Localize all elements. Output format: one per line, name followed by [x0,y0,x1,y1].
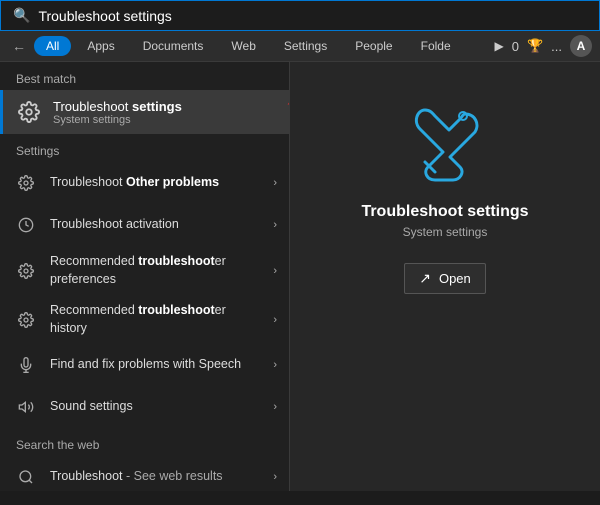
list-item-text-1: Troubleshoot activation [50,216,263,234]
filter-pill-all[interactable]: All [34,36,71,56]
chevron-icon-2: › [273,265,277,277]
filter-bar-right: ▶ 0 🏆 ... A [495,35,593,57]
back-button[interactable]: ← [8,36,30,56]
avatar[interactable]: A [570,35,592,57]
filter-pill-documents[interactable]: Documents [131,36,216,56]
chevron-icon-5: › [273,401,277,413]
list-item-1[interactable]: Troubleshoot activation › [0,204,289,246]
chevron-icon-web: › [273,471,277,483]
right-subtitle: System settings [403,225,488,239]
list-item-text-2: Recommended troubleshooter preferences [50,253,263,288]
chevron-icon-3: › [273,314,277,326]
list-icon-1 [12,211,40,239]
list-item-text-4: Find and fix problems with Speech [50,356,263,374]
play-icon[interactable]: ▶ [495,39,504,53]
filter-pill-apps[interactable]: Apps [75,36,126,56]
best-match-label: Best match [0,62,289,90]
search-bar: 🔍 [0,0,600,31]
result-count: 0 [512,39,519,54]
chevron-icon-1: › [273,219,277,231]
right-icon-wrap [405,102,485,187]
right-title: Troubleshoot settings [361,203,528,221]
search-icon: 🔍 [13,7,30,24]
web-search-text: Troubleshoot - See web results [50,468,263,486]
filter-bar: ← All Apps Documents Web Settings People… [0,31,600,62]
list-item-4[interactable]: Find and fix problems with Speech › [0,344,289,386]
list-item-2[interactable]: Recommended troubleshooter preferences › [0,246,289,295]
list-icon-0 [12,169,40,197]
open-button[interactable]: ↗ Open [404,263,486,294]
list-icon-3 [12,306,40,334]
web-search-item[interactable]: Troubleshoot - See web results › [0,456,289,491]
settings-section-label: Settings [0,134,289,162]
settings-icon [15,98,43,126]
trophy-icon: 🏆 [527,38,543,54]
list-icon-4 [12,351,40,379]
web-search-icon [12,463,40,491]
left-panel: Best match Troubleshoot settings System … [0,62,290,491]
filter-pill-folde[interactable]: Folde [409,36,463,56]
list-item-0[interactable]: Troubleshoot Other problems › [0,162,289,204]
chevron-icon-4: › [273,359,277,371]
right-panel: Troubleshoot settings System settings ↗ … [290,62,600,491]
list-icon-2 [12,257,40,285]
best-match-subtitle: System settings [53,114,182,126]
list-item-3[interactable]: Recommended troubleshooter history › [0,295,289,344]
best-match-title: Troubleshoot settings [53,99,182,114]
filter-pill-settings[interactable]: Settings [272,36,339,56]
list-item-text-5: Sound settings [50,398,263,416]
ellipsis-button[interactable]: ... [551,39,562,54]
best-match-item[interactable]: Troubleshoot settings System settings [0,90,289,134]
best-match-text: Troubleshoot settings System settings [53,99,182,126]
open-icon: ↗ [419,270,431,287]
list-icon-5 [12,393,40,421]
chevron-icon-0: › [273,177,277,189]
list-item-text-0: Troubleshoot Other problems [50,174,263,192]
filter-pill-web[interactable]: Web [219,36,267,56]
web-section-label: Search the web [0,428,289,456]
main-area: Best match Troubleshoot settings System … [0,62,600,491]
search-input[interactable] [38,8,587,24]
list-item-text-3: Recommended troubleshooter history [50,302,263,337]
list-item-5[interactable]: Sound settings › [0,386,289,428]
filter-pill-people[interactable]: People [343,36,404,56]
